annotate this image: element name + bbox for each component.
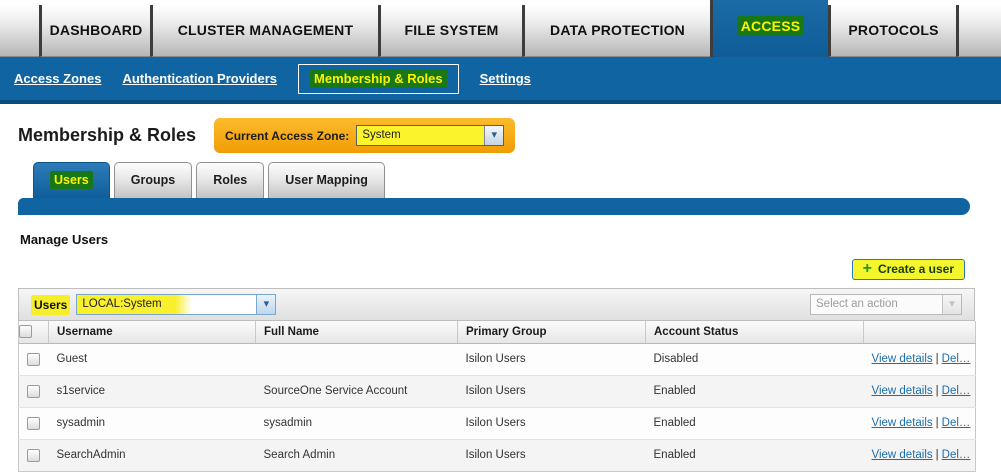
table-row: SearchAdmin Search Admin Isilon Users En… bbox=[19, 439, 976, 471]
subnav-settings[interactable]: Settings bbox=[480, 71, 531, 86]
tab-groups[interactable]: Groups bbox=[114, 162, 192, 198]
delete-link[interactable]: Del… bbox=[942, 449, 971, 461]
top-tab-access-label: ACCESS bbox=[737, 16, 805, 36]
cell-primary-group: Isilon Users bbox=[458, 407, 646, 439]
cell-full-name: Search Admin bbox=[256, 439, 458, 471]
view-details-link[interactable]: View details bbox=[872, 449, 933, 461]
access-zone-selected-value: System bbox=[357, 126, 484, 145]
view-details-link[interactable]: View details bbox=[872, 353, 933, 365]
top-tab-partial-left bbox=[0, 5, 39, 57]
chevron-down-icon: ▾ bbox=[256, 295, 275, 314]
current-access-zone-box: Current Access Zone: System ▾ bbox=[214, 118, 515, 153]
cell-full-name: SourceOne Service Account bbox=[256, 375, 458, 407]
delete-link[interactable]: Del… bbox=[942, 385, 971, 397]
row-checkbox[interactable] bbox=[27, 449, 40, 462]
cell-primary-group: Isilon Users bbox=[458, 439, 646, 471]
top-tab-data-protection[interactable]: DATA PROTECTION bbox=[522, 5, 710, 57]
manage-users-heading: Manage Users bbox=[20, 232, 1001, 247]
link-separator: | bbox=[936, 449, 939, 461]
cell-primary-group: Isilon Users bbox=[458, 343, 646, 375]
column-header-username[interactable]: Username bbox=[49, 321, 256, 343]
create-user-button-label: Create a user bbox=[878, 262, 954, 276]
cell-primary-group: Isilon Users bbox=[458, 375, 646, 407]
cell-username: s1service bbox=[49, 375, 256, 407]
subnav-access-zones[interactable]: Access Zones bbox=[14, 71, 101, 86]
link-separator: | bbox=[936, 385, 939, 397]
chevron-down-icon: ▾ bbox=[942, 295, 961, 314]
table-row: sysadmin sysadmin Isilon Users Enabled V… bbox=[19, 407, 976, 439]
select-all-checkbox[interactable] bbox=[19, 325, 32, 338]
cell-account-status: Enabled bbox=[646, 407, 864, 439]
access-zone-select[interactable]: System ▾ bbox=[356, 125, 504, 146]
create-user-button[interactable]: + Create a user bbox=[852, 259, 965, 280]
subnav-membership-roles-label: Membership & Roles bbox=[310, 69, 447, 88]
cell-full-name bbox=[256, 343, 458, 375]
cell-account-status: Enabled bbox=[646, 439, 864, 471]
column-header-full-name[interactable]: Full Name bbox=[256, 321, 458, 343]
cell-username: sysadmin bbox=[49, 407, 256, 439]
current-access-zone-label: Current Access Zone: bbox=[225, 129, 349, 143]
top-tab-partial-right bbox=[956, 5, 1001, 57]
cell-username: SearchAdmin bbox=[49, 439, 256, 471]
column-header-account-status[interactable]: Account Status bbox=[646, 321, 864, 343]
bulk-action-placeholder: Select an action bbox=[811, 295, 942, 314]
table-header-row: Username Full Name Primary Group Account… bbox=[19, 321, 976, 343]
table-row: Guest Isilon Users Disabled View details… bbox=[19, 343, 976, 375]
users-toolbar: Users LOCAL:System ▾ Select an action ▾ bbox=[18, 288, 975, 321]
cell-account-status: Enabled bbox=[646, 375, 864, 407]
top-tab-cluster-management[interactable]: CLUSTER MANAGEMENT bbox=[150, 5, 378, 57]
page-title: Membership & Roles bbox=[18, 125, 196, 146]
view-details-link[interactable]: View details bbox=[872, 417, 933, 429]
column-header-primary-group[interactable]: Primary Group bbox=[458, 321, 646, 343]
cell-account-status: Disabled bbox=[646, 343, 864, 375]
cell-username: Guest bbox=[49, 343, 256, 375]
top-navigation: DASHBOARD CLUSTER MANAGEMENT FILE SYSTEM… bbox=[0, 0, 1001, 57]
page-header: Membership & Roles Current Access Zone: … bbox=[0, 117, 1001, 154]
row-checkbox[interactable] bbox=[27, 417, 40, 430]
row-checkbox[interactable] bbox=[27, 385, 40, 398]
subnav-authentication-providers[interactable]: Authentication Providers bbox=[122, 71, 277, 86]
users-filter-label: Users bbox=[31, 295, 70, 315]
tab-user-mapping[interactable]: User Mapping bbox=[268, 162, 385, 198]
view-details-link[interactable]: View details bbox=[872, 385, 933, 397]
delete-link[interactable]: Del… bbox=[942, 417, 971, 429]
users-provider-select[interactable]: LOCAL:System ▾ bbox=[76, 294, 276, 315]
plus-icon: + bbox=[863, 261, 872, 277]
row-checkbox[interactable] bbox=[27, 353, 40, 366]
column-header-actions bbox=[864, 321, 976, 343]
bulk-action-select[interactable]: Select an action ▾ bbox=[810, 294, 962, 315]
delete-link[interactable]: Del… bbox=[942, 353, 971, 365]
tab-roles[interactable]: Roles bbox=[196, 162, 264, 198]
tab-users[interactable]: Users bbox=[33, 162, 110, 198]
secondary-navigation: Access Zones Authentication Providers Me… bbox=[0, 57, 1001, 104]
cell-full-name: sysadmin bbox=[256, 407, 458, 439]
cell-actions: View details|Del… bbox=[864, 375, 976, 407]
users-provider-selected-value: LOCAL:System bbox=[77, 295, 256, 314]
link-separator: | bbox=[936, 353, 939, 365]
top-tab-protocols[interactable]: PROTOCOLS bbox=[828, 5, 956, 57]
top-tab-access[interactable]: ACCESS bbox=[710, 0, 828, 57]
active-tab-underline-bar bbox=[18, 198, 970, 215]
table-row: s1service SourceOne Service Account Isil… bbox=[19, 375, 976, 407]
create-user-row: + Create a user bbox=[0, 259, 965, 280]
cell-actions: View details|Del… bbox=[864, 343, 976, 375]
tab-users-label: Users bbox=[50, 171, 93, 189]
top-tab-dashboard[interactable]: DASHBOARD bbox=[39, 5, 150, 57]
subnav-membership-roles[interactable]: Membership & Roles bbox=[298, 64, 459, 94]
cell-actions: View details|Del… bbox=[864, 407, 976, 439]
chevron-down-icon: ▾ bbox=[484, 126, 503, 145]
link-separator: | bbox=[936, 417, 939, 429]
top-tab-file-system[interactable]: FILE SYSTEM bbox=[378, 5, 522, 57]
cell-actions: View details|Del… bbox=[864, 439, 976, 471]
users-table: Username Full Name Primary Group Account… bbox=[18, 321, 976, 472]
content-tab-strip: Users Groups Roles User Mapping bbox=[0, 162, 1001, 198]
